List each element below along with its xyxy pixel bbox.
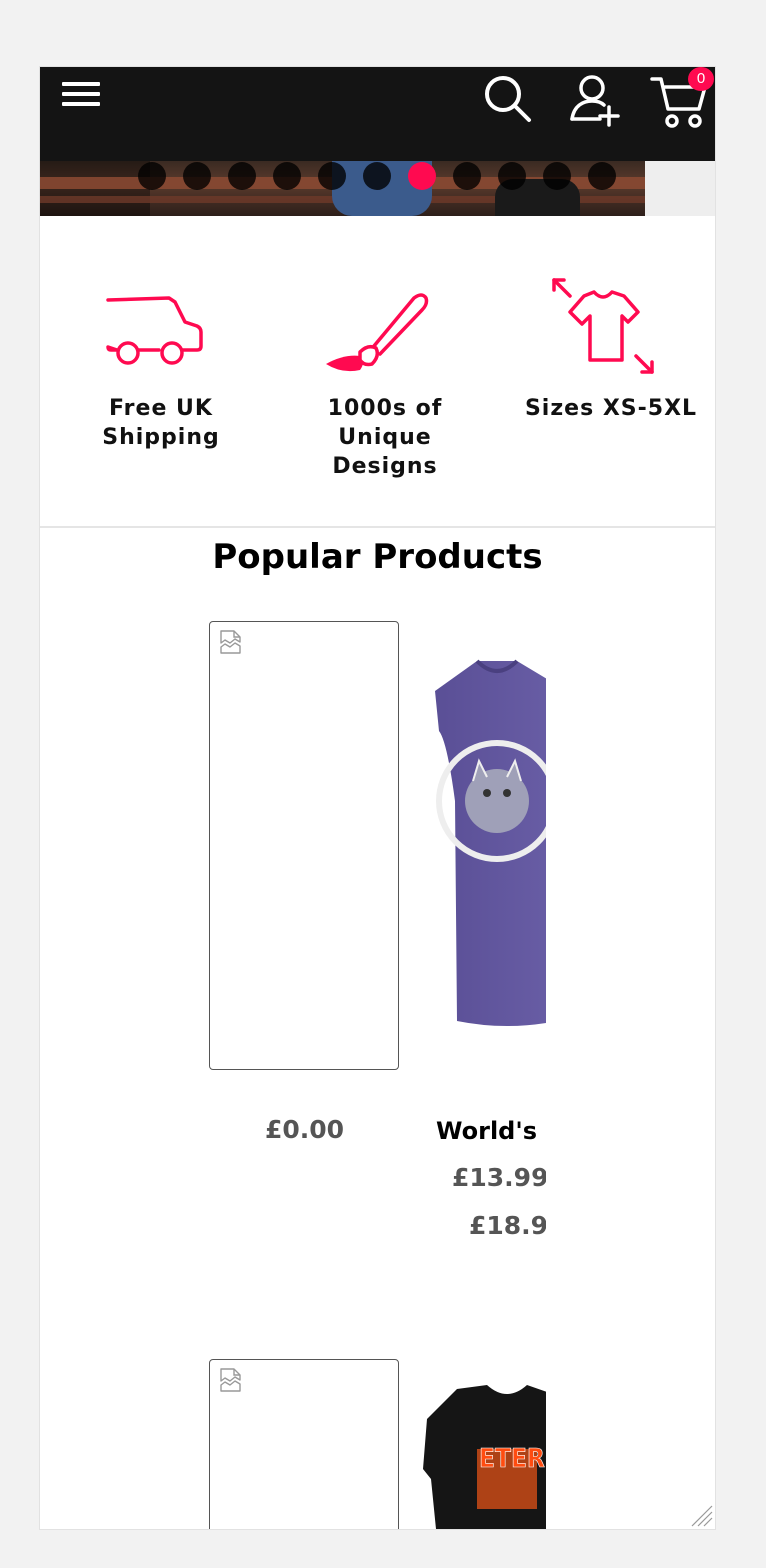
feature-label-line: Shipping bbox=[102, 425, 220, 450]
carousel-dot[interactable] bbox=[183, 162, 211, 190]
feature-label-line: Free UK bbox=[109, 396, 213, 421]
product-old-price: £18.99 bbox=[469, 1211, 546, 1240]
product-image-black-tshirt[interactable]: ETERNIA bbox=[417, 1359, 546, 1529]
tshirt-size-icon bbox=[548, 272, 656, 382]
carousel-dot[interactable] bbox=[408, 162, 436, 190]
carousel-dot[interactable] bbox=[318, 162, 346, 190]
product-name[interactable]: World's bbox=[436, 1117, 537, 1145]
product-image-placeholder[interactable] bbox=[209, 1359, 399, 1529]
carousel-dot[interactable] bbox=[543, 162, 571, 190]
cart-count-badge: 0 bbox=[688, 67, 714, 91]
hamburger-menu-icon[interactable] bbox=[62, 82, 100, 112]
carousel-dot[interactable] bbox=[138, 162, 166, 190]
popular-products-title: Popular Products bbox=[212, 537, 543, 577]
feature-label-line: Unique bbox=[338, 425, 432, 450]
carousel-pagination bbox=[40, 162, 715, 192]
delivery-van-icon bbox=[103, 292, 207, 372]
tshirt-print-text: ETERNIA bbox=[479, 1444, 546, 1474]
carousel-dot[interactable] bbox=[588, 162, 616, 190]
feature-label-line: Designs bbox=[332, 454, 438, 479]
carousel-dot[interactable] bbox=[498, 162, 526, 190]
section-divider bbox=[40, 526, 715, 528]
resize-grip-icon[interactable] bbox=[688, 1502, 713, 1527]
feature-label-line: 1000s of bbox=[327, 396, 443, 421]
site-header: 0 bbox=[40, 67, 715, 161]
feature-label-line: Sizes XS-5XL bbox=[524, 396, 698, 421]
product-image-placeholder[interactable] bbox=[209, 621, 399, 1070]
product-price: £0.00 bbox=[265, 1115, 345, 1144]
carousel-dot[interactable] bbox=[228, 162, 256, 190]
product-card[interactable]: ETERNIA bbox=[417, 1359, 546, 1529]
product-price: £13.99 bbox=[452, 1163, 546, 1192]
carousel-dot[interactable] bbox=[273, 162, 301, 190]
product-image-purple-tshirt[interactable] bbox=[417, 621, 546, 1071]
carousel-dot[interactable] bbox=[363, 162, 391, 190]
product-card[interactable]: World's £13.99 £18.99 bbox=[417, 621, 546, 1291]
user-add-icon[interactable] bbox=[566, 73, 620, 127]
broken-image-icon bbox=[219, 629, 243, 659]
paintbrush-icon bbox=[324, 288, 430, 378]
search-icon[interactable] bbox=[482, 73, 534, 125]
carousel-dot[interactable] bbox=[453, 162, 481, 190]
page-viewport: 0 Free UK Shipping 1000s of Unique Desig… bbox=[40, 67, 715, 1529]
broken-image-icon bbox=[219, 1367, 243, 1397]
